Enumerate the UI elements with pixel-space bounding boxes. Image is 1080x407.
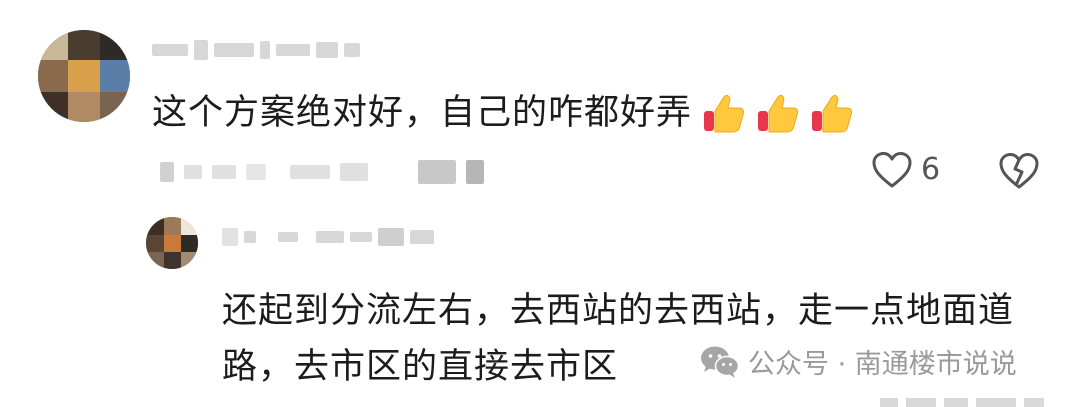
thumbs-up-icon	[704, 94, 745, 133]
commenter-avatar[interactable]	[38, 30, 130, 122]
watermark-text: 公众号 · 南通楼市说说	[748, 349, 1017, 380]
thumbs-up-icon	[758, 94, 799, 133]
wechat-icon	[701, 346, 740, 378]
like-button[interactable]: 6	[871, 150, 940, 190]
dislike-button[interactable]	[998, 152, 1040, 194]
comment-meta-blurred	[160, 160, 484, 184]
heart-icon	[872, 152, 912, 188]
replier-name-blurred[interactable]	[222, 228, 434, 246]
comment-body: 这个方案绝对好，自己的咋都好弄	[152, 93, 693, 133]
reply-avatar[interactable]	[146, 217, 198, 269]
comment-text: 这个方案绝对好，自己的咋都好弄	[152, 88, 854, 138]
commenter-name-blurred[interactable]	[152, 40, 360, 60]
bottom-blurred-strip	[880, 398, 1044, 407]
watermark: 公众号 · 南通楼市说说	[700, 342, 1017, 381]
thumbs-up-icon	[812, 94, 853, 133]
like-count: 6	[921, 152, 941, 187]
broken-heart-icon	[999, 153, 1039, 189]
